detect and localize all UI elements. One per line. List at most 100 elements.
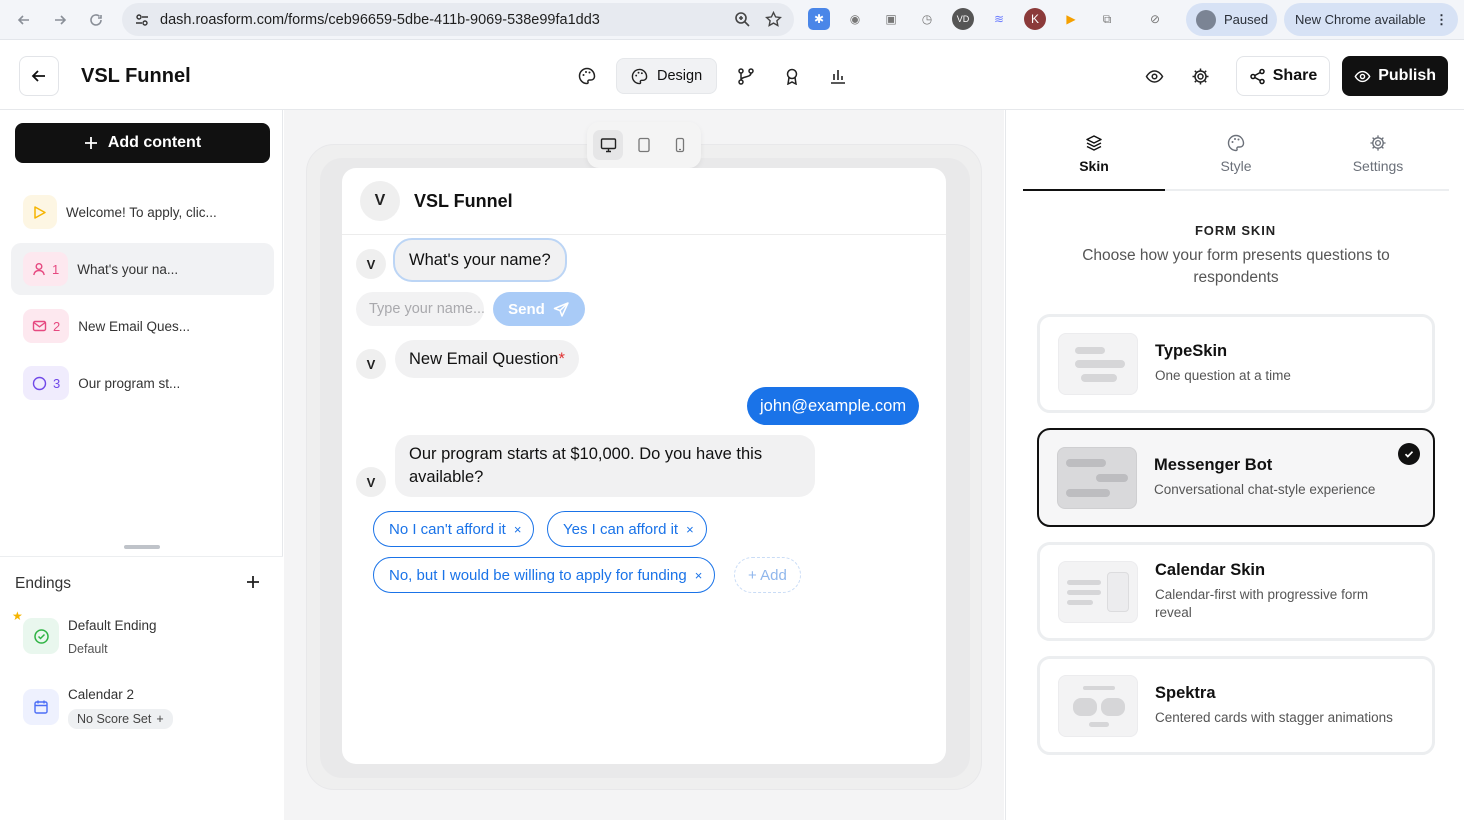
- extension-play-icon[interactable]: ▶: [1060, 8, 1082, 30]
- endings-title: Endings: [15, 575, 72, 592]
- send-label: Send: [508, 300, 545, 318]
- publish-button[interactable]: Publish: [1342, 56, 1448, 96]
- name-input[interactable]: Type your name...: [356, 292, 484, 326]
- properties-panel: Skin Style Settings FORM SKIN Choose how…: [1005, 110, 1464, 820]
- tab-settings[interactable]: Settings: [1307, 134, 1449, 189]
- preview-button[interactable]: [1138, 58, 1172, 94]
- skin-description: Calendar-first with progressive form rev…: [1155, 587, 1369, 620]
- preview-canvas: V VSL Funnel V What's your name? Type yo…: [284, 110, 1004, 820]
- question-bubble-email[interactable]: New Email Question *: [395, 340, 579, 378]
- extensions-puzzle-icon[interactable]: ⧉: [1096, 8, 1118, 30]
- section-description: Choose how your form presents questions …: [1082, 247, 1390, 286]
- choice-chip[interactable]: No, but I would be willing to apply for …: [373, 557, 716, 593]
- extension-k-icon[interactable]: K: [1024, 8, 1046, 30]
- analytics-button[interactable]: [821, 58, 855, 94]
- scoring-button[interactable]: [775, 58, 809, 94]
- mobile-view-button[interactable]: [665, 130, 695, 160]
- remove-chip-icon[interactable]: ×: [695, 568, 703, 583]
- extension-alarm-icon[interactable]: ◷: [916, 8, 938, 30]
- default-star-icon: ★: [12, 609, 23, 623]
- tab-label: Style: [1220, 158, 1252, 174]
- skin-name: Calendar Skin: [1155, 561, 1266, 579]
- extension-wave-icon[interactable]: ≋: [988, 8, 1010, 30]
- skin-name: Messenger Bot: [1154, 456, 1273, 474]
- extension-vd-icon[interactable]: VD: [952, 8, 974, 30]
- remove-chip-icon[interactable]: ×: [514, 522, 522, 537]
- user-icon: [33, 263, 45, 276]
- logic-branch-button[interactable]: [729, 58, 763, 94]
- tab-skin[interactable]: Skin: [1023, 134, 1165, 191]
- extension-camera-icon[interactable]: ▣: [880, 8, 902, 30]
- share-label: Share: [1272, 67, 1318, 84]
- chip-label: No, but I would be willing to apply for …: [389, 566, 687, 584]
- app-header: VSL Funnel Design Share Publish: [0, 41, 1464, 110]
- score-pill[interactable]: No Score Set +: [68, 709, 173, 729]
- question-item-3[interactable]: 3 Our program st...: [11, 357, 274, 409]
- skin-card-spektra[interactable]: Spektra Centered cards with stagger anim…: [1037, 656, 1435, 755]
- question-label: Our program st...: [78, 375, 181, 391]
- preview-header: V VSL Funnel: [342, 168, 946, 235]
- profile-button[interactable]: Paused: [1186, 3, 1277, 36]
- share-icon: [1250, 68, 1265, 84]
- theme-palette-button[interactable]: [570, 58, 604, 94]
- check-circle-icon: [33, 628, 49, 644]
- skin-thumbnail: [1058, 560, 1138, 623]
- zoom-icon[interactable]: [734, 11, 751, 28]
- design-label: Design: [657, 68, 703, 84]
- question-badge: [23, 195, 57, 229]
- extension-shield-icon[interactable]: ⊘: [1144, 8, 1166, 30]
- editor-mode-toolbar: Design: [570, 58, 855, 94]
- send-icon: [553, 301, 569, 317]
- question-item-welcome[interactable]: Welcome! To apply, clic...: [11, 186, 274, 238]
- tablet-view-button[interactable]: [629, 130, 659, 160]
- question-badge: 3: [23, 366, 70, 400]
- arrow-left-icon: [31, 70, 45, 82]
- ending-item-calendar[interactable]: Calendar 2 No Score Set +: [23, 687, 173, 729]
- question-number: 3: [53, 375, 61, 391]
- design-tab-button[interactable]: Design: [616, 58, 718, 94]
- settings-button[interactable]: [1184, 58, 1218, 94]
- skin-card-typeskin[interactable]: TypeSkin One question at a time: [1037, 314, 1435, 413]
- add-content-button[interactable]: Add content: [15, 123, 270, 163]
- bookmark-star-icon[interactable]: [765, 11, 782, 28]
- choice-chip[interactable]: No I can't afford it ×: [373, 511, 535, 547]
- tab-style[interactable]: Style: [1165, 134, 1307, 189]
- reload-icon[interactable]: [78, 2, 114, 38]
- question-number: 1: [52, 261, 60, 277]
- ending-name: Default Ending: [68, 618, 157, 633]
- back-button[interactable]: [19, 56, 59, 96]
- choice-chip[interactable]: Yes I can afford it ×: [547, 511, 707, 547]
- add-ending-button[interactable]: [245, 574, 261, 590]
- extension-blue-icon[interactable]: ✱: [808, 8, 830, 30]
- skin-thumbnail: [1058, 332, 1138, 395]
- chrome-update-button[interactable]: New Chrome available ⋮: [1284, 3, 1458, 36]
- question-item-1[interactable]: 1 What's your na...: [11, 243, 274, 295]
- back-arrow-icon[interactable]: [6, 2, 42, 38]
- remove-chip-icon[interactable]: ×: [686, 522, 694, 537]
- skin-card-calendar[interactable]: Calendar Skin Calendar-first with progre…: [1037, 542, 1435, 641]
- resize-handle[interactable]: [124, 545, 160, 549]
- question-bubble-program[interactable]: Our program starts at $10,000. Do you ha…: [395, 435, 815, 497]
- question-bubble-name[interactable]: What's your name?: [393, 238, 567, 282]
- ending-item-default[interactable]: Default Ending Default: [23, 618, 157, 656]
- send-button[interactable]: Send: [493, 292, 585, 326]
- score-label: No Score Set: [77, 712, 152, 726]
- address-bar[interactable]: dash.roasform.com/forms/ceb96659-5dbe-41…: [122, 3, 794, 36]
- share-button[interactable]: Share: [1235, 56, 1331, 96]
- skin-card-messenger-bot[interactable]: Messenger Bot Conversational chat-style …: [1037, 428, 1435, 527]
- question-item-2[interactable]: 2 New Email Ques...: [11, 300, 274, 352]
- award-ribbon-icon: [786, 68, 798, 85]
- desktop-view-button[interactable]: [593, 130, 623, 160]
- more-vert-icon[interactable]: ⋮: [1435, 12, 1448, 28]
- device-toggle: [587, 122, 701, 168]
- mail-icon: [32, 320, 47, 332]
- plus-icon: +: [156, 712, 164, 726]
- bar-chart-icon: [831, 70, 846, 84]
- add-choice-button[interactable]: + Add: [734, 557, 801, 593]
- chrome-update-label: New Chrome available: [1295, 12, 1426, 27]
- site-settings-icon[interactable]: [134, 12, 150, 28]
- extension-reddit-icon[interactable]: ◉: [844, 8, 866, 30]
- play-icon: [34, 205, 46, 219]
- forward-arrow-icon[interactable]: [42, 2, 78, 38]
- calendar-icon: [34, 700, 48, 714]
